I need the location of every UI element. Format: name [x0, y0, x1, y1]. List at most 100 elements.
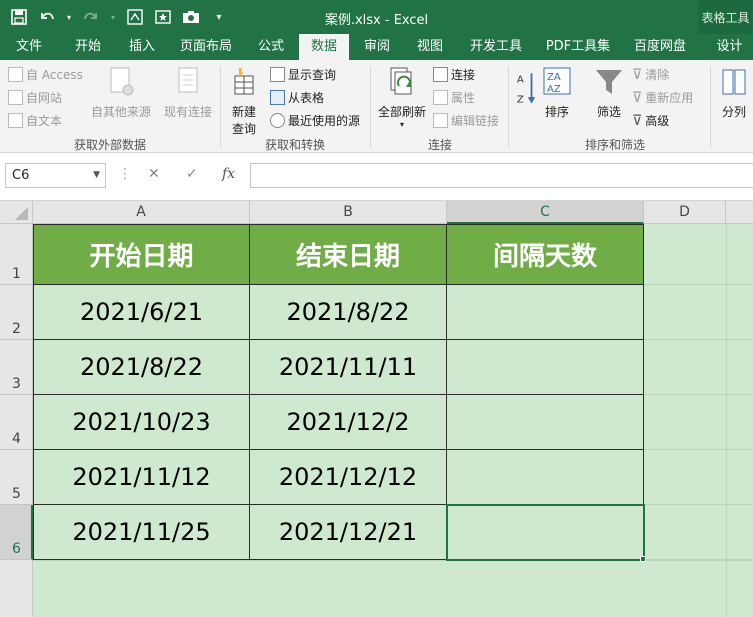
database-icon	[8, 67, 23, 82]
header-cell-end-date[interactable]: 结束日期	[250, 224, 447, 285]
clear-filter-button: ⊽ 清除	[632, 66, 670, 83]
cell-c2[interactable]	[447, 285, 644, 340]
gridline	[644, 394, 753, 395]
text-to-columns-button[interactable]: 分列	[716, 66, 752, 120]
tab-home[interactable]: 开始	[62, 34, 114, 60]
tab-review[interactable]: 审阅	[352, 34, 402, 60]
tab-insert[interactable]: 插入	[116, 34, 168, 60]
column-header-d[interactable]: D	[644, 201, 726, 224]
group-separator	[508, 66, 509, 148]
header-cell-start-date[interactable]: 开始日期	[33, 224, 250, 285]
name-box[interactable]: C6 ▼	[5, 163, 106, 188]
row-header-4[interactable]: 4	[0, 395, 33, 450]
gridline	[644, 284, 753, 285]
table-tools-label: 表格工具	[698, 0, 753, 34]
other-sources-icon	[110, 67, 134, 96]
group-separator	[710, 66, 711, 148]
new-query-button[interactable]: 新建 查询	[224, 66, 264, 137]
tab-view[interactable]: 视图	[405, 34, 455, 60]
group-label-external-data: 获取外部数据	[73, 138, 146, 152]
cell-b2[interactable]: 2021/8/22	[250, 285, 447, 340]
formula-bar: C6 ▼ ⋮ ✕ ✓ fx	[0, 153, 753, 201]
gridline	[644, 449, 753, 450]
cell-a6[interactable]: 2021/11/25	[33, 505, 250, 560]
tab-file[interactable]: 文件	[0, 34, 58, 60]
group-separator	[220, 66, 221, 148]
tab-pdf-tools[interactable]: PDF工具集	[540, 34, 616, 60]
cell-c5[interactable]	[447, 450, 644, 505]
cell-c3[interactable]	[447, 340, 644, 395]
from-text-button: 自文本	[8, 112, 62, 129]
tab-design[interactable]: 设计	[706, 34, 753, 60]
chevron-down-icon: ▾	[399, 120, 404, 129]
tab-data[interactable]: 数据	[299, 34, 349, 60]
sort-ascending-button[interactable]: AZ	[514, 68, 538, 111]
from-web-button: 自网站	[8, 89, 62, 106]
active-cell-selection	[446, 504, 645, 561]
cell-a2[interactable]: 2021/6/21	[33, 285, 250, 340]
reapply-button: ⊽ 重新应用	[632, 89, 694, 106]
tab-formulas[interactable]: 公式	[246, 34, 296, 60]
text-to-columns-icon	[722, 69, 746, 95]
gridline	[644, 339, 753, 340]
column-header-b[interactable]: B	[250, 201, 447, 224]
advanced-filter-button[interactable]: ⊽ 高级	[632, 112, 669, 129]
edit-links-button: 编辑链接	[433, 112, 499, 129]
group-label-connections: 连接	[427, 138, 452, 152]
tab-page-layout[interactable]: 页面布局	[172, 34, 240, 60]
from-access-button: 自 Access	[8, 66, 83, 83]
fill-handle[interactable]	[640, 556, 646, 562]
link-icon	[433, 113, 448, 128]
svg-text:ZA: ZA	[547, 72, 561, 83]
show-queries-button[interactable]: 显示查询	[270, 66, 336, 83]
row-header-7[interactable]	[0, 560, 33, 617]
tab-baidu-netdisk[interactable]: 百度网盘	[626, 34, 694, 60]
row-header-1[interactable]: 1	[0, 224, 33, 285]
from-table-button[interactable]: 从表格	[270, 89, 324, 106]
group-separator	[370, 66, 371, 148]
advanced-filter-icon: ⊽	[632, 112, 643, 129]
ribbon-tabs: 文件 开始 插入 页面布局 公式 数据 审阅 视图 开发工具 PDF工具集 百度…	[0, 34, 753, 60]
row-header-3[interactable]: 3	[0, 340, 33, 395]
row-header-2[interactable]: 2	[0, 285, 33, 340]
chevron-down-icon[interactable]: ▼	[93, 164, 100, 187]
cell-c4[interactable]	[447, 395, 644, 450]
gridline	[644, 504, 753, 505]
header-cell-interval-days[interactable]: 间隔天数	[447, 224, 644, 285]
svg-text:Z: Z	[517, 95, 524, 106]
more-icon: ⋮	[118, 166, 132, 182]
clear-filter-icon: ⊽	[632, 66, 643, 83]
filter-icon	[596, 70, 622, 94]
group-label-sort-filter: 排序和筛选	[584, 138, 645, 152]
enter-icon: ✓	[186, 166, 198, 182]
existing-connections-button: 现有连接	[160, 66, 216, 120]
column-header-c[interactable]: C	[447, 201, 644, 224]
table-icon	[270, 67, 285, 82]
svg-text:AZ: AZ	[547, 84, 561, 95]
cell-a4[interactable]: 2021/10/23	[33, 395, 250, 450]
sort-button[interactable]: ZA AZ 排序	[541, 66, 573, 120]
formula-input[interactable]	[250, 163, 753, 188]
table-icon	[270, 90, 285, 105]
insert-function-icon[interactable]: fx	[222, 166, 235, 182]
column-header-a[interactable]: A	[33, 201, 250, 224]
sort-icon: ZAAZ	[543, 67, 571, 95]
cell-b3[interactable]: 2021/11/11	[250, 340, 447, 395]
cell-a3[interactable]: 2021/8/22	[33, 340, 250, 395]
properties-button: 属性	[433, 89, 475, 106]
row-header-5[interactable]: 5	[0, 450, 33, 505]
filter-button[interactable]: 筛选	[592, 66, 626, 120]
row-header-6[interactable]: 6	[0, 505, 33, 560]
refresh-all-button[interactable]: 全部刷新 ▾	[374, 66, 430, 129]
existing-connections-icon	[178, 67, 198, 93]
connections-button[interactable]: 连接	[433, 66, 475, 83]
column-header-e[interactable]	[726, 201, 753, 224]
gridline	[644, 559, 753, 560]
cell-b6[interactable]: 2021/12/21	[250, 505, 447, 560]
select-all-corner[interactable]	[0, 201, 33, 224]
cell-b5[interactable]: 2021/12/12	[250, 450, 447, 505]
cell-a5[interactable]: 2021/11/12	[33, 450, 250, 505]
recent-sources-button[interactable]: 最近使用的源	[270, 112, 360, 129]
cell-b4[interactable]: 2021/12/2	[250, 395, 447, 450]
tab-developer[interactable]: 开发工具	[462, 34, 530, 60]
